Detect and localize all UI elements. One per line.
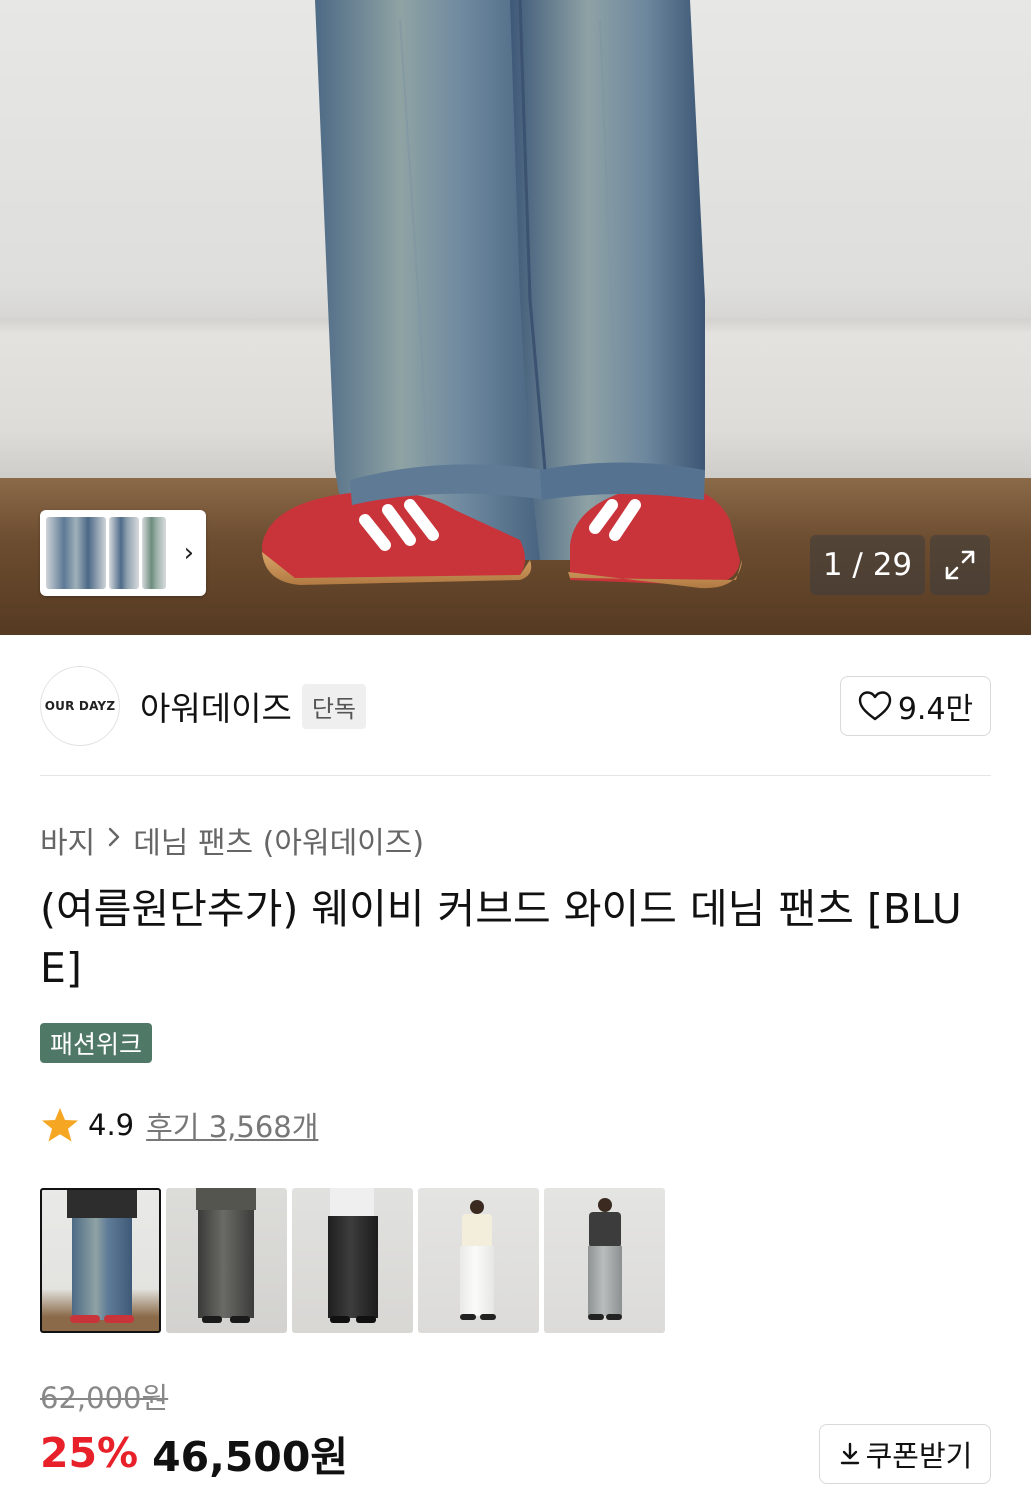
sale-price-row: 25% 46,500원 [40,1423,348,1483]
brand-row: OUR DAYZ 아워데이즈 단독 9.4만 [40,665,991,747]
variant-blue[interactable] [40,1188,161,1333]
original-price: 62,000원 [40,1381,169,1415]
breadcrumb-item-pants[interactable]: 바지 [40,818,95,862]
like-button[interactable]: 9.4만 [840,676,991,736]
chevron-right-icon[interactable]: › [184,538,194,568]
rating-row: 4.9 후기 3,568개 [40,1103,318,1147]
thumbnail-strip[interactable]: › [40,510,206,596]
brand-logo[interactable]: OUR DAYZ [40,666,120,746]
thumbnail-back[interactable] [142,517,166,589]
exclusive-badge: 단독 [301,683,366,729]
breadcrumb-item-denim[interactable]: 데님 팬츠 (아워데이즈) [133,818,424,862]
image-counter: 1 / 29 [810,535,925,595]
expand-button[interactable] [930,535,990,595]
fashion-week-tag: 패션위크 [40,1023,153,1063]
variant-light-gray[interactable] [544,1188,665,1333]
variant-black[interactable] [292,1188,413,1333]
download-arrow-icon [840,1442,859,1465]
star-icon [42,1108,78,1142]
section-divider [40,775,991,776]
thumbnail-side[interactable] [109,517,139,589]
brand-name[interactable]: 아워데이즈 [140,682,292,730]
sale-price: 46,500원 [152,1433,349,1481]
variant-white[interactable] [418,1188,539,1333]
coupon-button[interactable]: 쿠폰받기 [819,1424,991,1484]
rating-score: 4.9 [88,1108,135,1142]
review-count-link[interactable]: 후기 3,568개 [146,1104,318,1146]
thumbnail-front[interactable] [46,517,106,589]
variant-thumbnails [40,1188,665,1333]
breadcrumb: 바지 데님 팬츠 (아워데이즈) [40,815,424,865]
like-count: 9.4만 [897,692,974,727]
chevron-right-icon [107,825,121,855]
discount-rate: 25% [40,1429,139,1477]
product-title: (여름원단추가) 웨이비 커브드 와이드 데님 팬츠 [BLUE] [40,885,962,992]
heart-outline-icon [858,691,892,721]
coupon-label: 쿠폰받기 [865,1439,973,1473]
variant-dark-gray[interactable] [166,1188,287,1333]
product-main-image[interactable]: › 1 / 29 [0,0,1031,635]
expand-arrows-icon [945,550,975,580]
